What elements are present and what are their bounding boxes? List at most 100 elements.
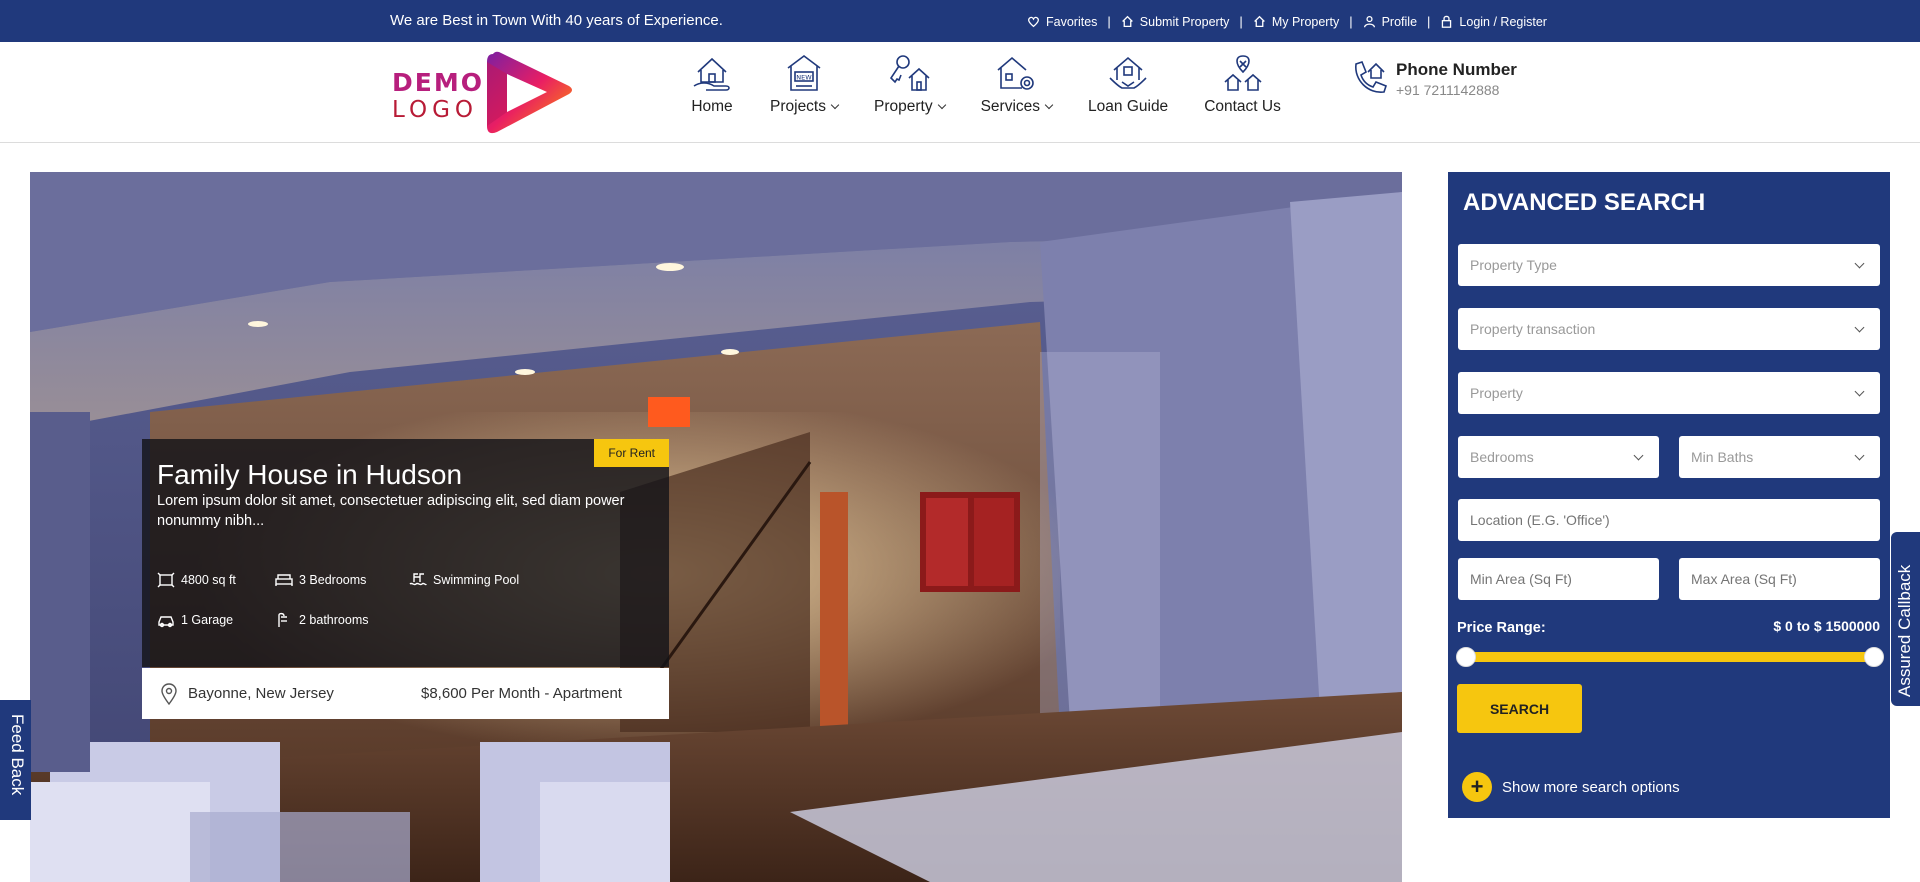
tagline: We are Best in Town With 40 years of Exp… [390, 12, 723, 29]
location-houses-icon [1223, 55, 1262, 91]
listing-location: Bayonne, New Jersey [188, 685, 334, 702]
chevron-down-icon [830, 100, 840, 110]
profile-link[interactable]: Profile [1363, 15, 1417, 29]
svg-text:NEW: NEW [796, 74, 812, 82]
price-range-label: Price Range: [1457, 620, 1546, 636]
phone-contact[interactable]: Phone Number +91 7211142888 [1348, 58, 1517, 100]
nav-services[interactable]: Services [980, 52, 1054, 116]
plus-icon: + [1462, 772, 1492, 802]
submit-property-label: Submit Property [1139, 14, 1230, 29]
listing-card[interactable]: For Rent Family House in Hudson Lorem ip… [142, 439, 669, 667]
chevron-down-icon [1854, 450, 1865, 461]
max-area-input[interactable] [1691, 571, 1862, 587]
feature-garage: 1 Garage [157, 612, 233, 628]
feature-area: 4800 sq ft [157, 572, 236, 588]
house-gear-icon [997, 56, 1035, 90]
nav-projects[interactable]: NEW Projects [770, 52, 840, 116]
top-bar: We are Best in Town With 40 years of Exp… [0, 0, 1920, 42]
car-icon [158, 616, 174, 628]
nav-loan-guide-label: Loan Guide [1088, 98, 1169, 115]
search-button[interactable]: SEARCH [1457, 684, 1582, 733]
min-area-input[interactable] [1470, 571, 1641, 587]
nav-contact-us[interactable]: Contact Us [1204, 52, 1281, 116]
nav-property[interactable]: Property [874, 52, 946, 116]
login-register-label: Login / Register [1459, 14, 1547, 29]
pool-icon [409, 573, 427, 586]
nav-contact-us-label: Contact Us [1204, 98, 1281, 115]
home-icon [1121, 15, 1133, 28]
play-logo-icon [487, 51, 572, 134]
my-property-link[interactable]: My Property [1253, 15, 1339, 29]
nav-services-label: Services [980, 98, 1041, 115]
bed-icon [275, 574, 293, 586]
min-area-field[interactable] [1458, 558, 1659, 600]
property-value: Property [1470, 385, 1523, 401]
house-hand-icon [693, 57, 730, 91]
price-range-value: $ 0 to $ 1500000 [1773, 618, 1880, 634]
header: DEMO LOGO Home NEW Projects Property Ser… [0, 42, 1920, 143]
feature-bedrooms: 3 Bedrooms [275, 572, 366, 588]
feedback-label: Feed Back [8, 714, 27, 796]
key-house-icon [890, 55, 930, 91]
location-pin-icon [161, 682, 177, 705]
property-transaction-value: Property transaction [1470, 321, 1596, 337]
show-more-options-label: Show more search options [1502, 778, 1680, 796]
submit-property-link[interactable]: Submit Property [1121, 14, 1230, 29]
feature-bedrooms-label: 3 Bedrooms [299, 573, 367, 587]
location-field[interactable] [1458, 499, 1880, 541]
chevron-down-icon [1854, 258, 1865, 269]
user-icon [1363, 15, 1375, 28]
divider: | [1427, 14, 1431, 29]
price-max-handle[interactable] [1864, 647, 1884, 667]
feedback-tab[interactable]: Feed Back [0, 700, 31, 820]
feature-pool-label: Swimming Pool [433, 573, 520, 587]
listing-footer[interactable]: Bayonne, New Jersey $8,600 Per Month - A… [142, 668, 669, 719]
nav-home-label: Home [691, 98, 733, 115]
feature-garage-label: 1 Garage [181, 613, 234, 627]
chevron-down-icon [1854, 386, 1865, 397]
min-baths-select[interactable]: Min Baths [1679, 436, 1880, 478]
property-select[interactable]: Property [1458, 372, 1880, 414]
heart-icon [1028, 16, 1039, 28]
assured-callback-tab[interactable]: Assured Callback [1891, 532, 1920, 706]
shower-icon [278, 612, 287, 627]
nav-projects-label: Projects [770, 98, 826, 115]
main-nav: Home NEW Projects Property Services Loan… [690, 52, 1317, 116]
property-type-select[interactable]: Property Type [1458, 244, 1880, 286]
chevron-down-icon [937, 100, 946, 110]
phone-house-icon [1355, 61, 1387, 93]
property-type-value: Property Type [1470, 257, 1557, 273]
chevron-down-icon [1854, 322, 1865, 333]
nav-home[interactable]: Home [690, 52, 734, 116]
favorites-link[interactable]: Favorites [1027, 15, 1097, 29]
listing-title[interactable]: Family House in Hudson [157, 459, 462, 491]
logo-text-line1: DEMO [392, 68, 484, 97]
divider: | [1107, 14, 1111, 29]
feature-bathrooms: 2 bathrooms [275, 612, 368, 628]
favorites-label: Favorites [1046, 14, 1098, 29]
new-house-icon: NEW [787, 55, 821, 91]
hero-image: For Rent Family House in Hudson Lorem ip… [30, 172, 1402, 882]
assured-callback-label: Assured Callback [1895, 564, 1914, 697]
feature-bathrooms-label: 2 bathrooms [299, 613, 369, 627]
price-range-slider[interactable] [1456, 647, 1884, 667]
divider: | [1349, 14, 1353, 29]
show-more-options[interactable]: + Show more search options [1462, 772, 1680, 802]
nav-property-label: Property [874, 98, 933, 115]
price-min-handle[interactable] [1456, 647, 1476, 667]
phone-number: +91 7211142888 [1396, 82, 1500, 98]
home-icon [1253, 15, 1265, 28]
feature-pool: Swimming Pool [409, 572, 519, 588]
lock-icon [1442, 15, 1452, 28]
max-area-field[interactable] [1679, 558, 1880, 600]
top-links: Favorites | Submit Property | My Propert… [1027, 14, 1547, 29]
login-register-link[interactable]: Login / Register [1440, 15, 1547, 29]
bedrooms-select[interactable]: Bedrooms [1458, 436, 1659, 478]
location-input[interactable] [1470, 512, 1839, 528]
house-handshake-icon [1109, 56, 1147, 89]
logo-text-line2: LOGO [392, 97, 479, 123]
property-transaction-select[interactable]: Property transaction [1458, 308, 1880, 350]
logo[interactable]: DEMO LOGO [390, 48, 580, 138]
nav-loan-guide[interactable]: Loan Guide [1088, 52, 1168, 116]
area-icon [157, 572, 175, 588]
